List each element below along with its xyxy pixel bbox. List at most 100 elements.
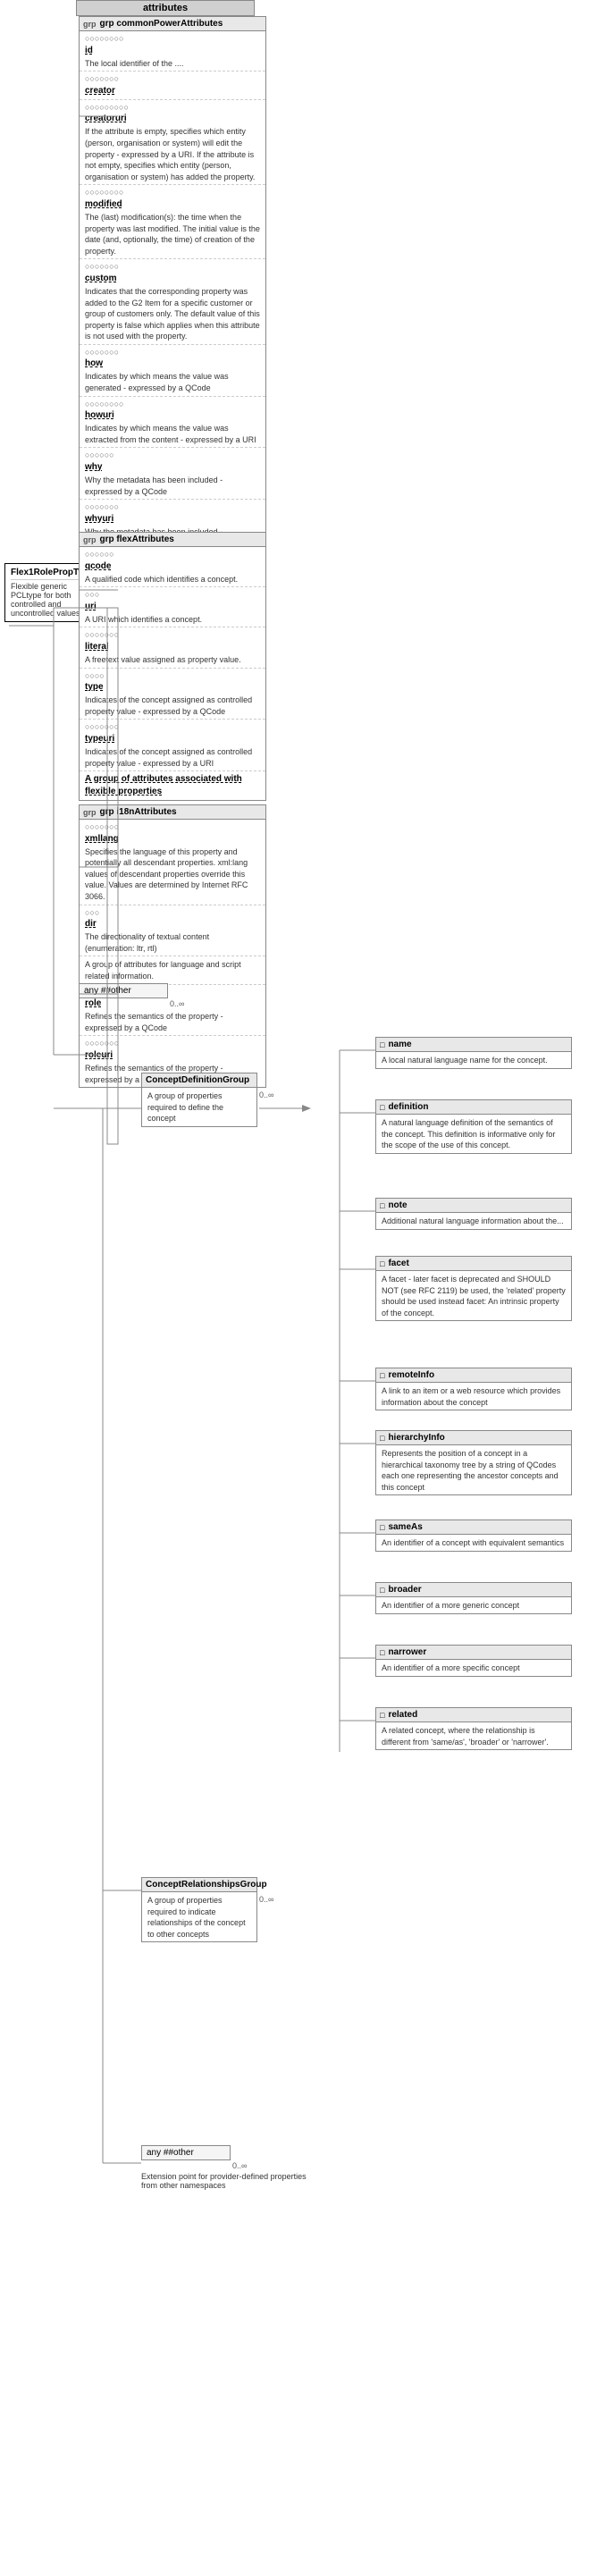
concept-facet-title: □ facet [376,1257,571,1271]
concept-relationships-group-title: ConceptRelationshipsGroup [142,1878,256,1892]
concept-name-box: □ name A local natural language name for… [375,1037,572,1069]
attr-why-dots: ○○○○○○ [85,450,260,461]
concept-definition-label: definition [388,1102,428,1112]
concept-name-title: □ name [376,1038,571,1052]
attr-standard-flex: A group of attributes associated with fl… [80,771,265,800]
attr-how-name: how [85,358,260,370]
concept-definition-group-mult: 0..∞ [259,1090,273,1099]
i18n-grp-label: grp [83,808,97,817]
attr-standard-i18n: A group of attributes for language and s… [80,956,265,984]
flex-attributes-label: grp flexAttributes [100,535,174,544]
concept-note-desc-item: Additional natural language information … [376,1213,571,1229]
concept-broader-desc-item: An identifier of a more generic concept [376,1597,571,1613]
attr-howuri: ○○○○○○○○ howuri Indicates by which means… [80,397,265,449]
attr-howuri-dots: ○○○○○○○○ [85,399,260,410]
concept-narrower-icon: □ [380,1648,384,1657]
attr-how-desc: Indicates by which means the value was g… [85,371,260,393]
concept-related-label: related [388,1710,417,1720]
attr-whyuri-name: whyuri [85,513,260,526]
attr-creator-dots: ○○○○○○○ [85,73,260,85]
concept-hierarchyinfo-label: hierarchyInfo [388,1433,444,1443]
flex-attributes-title: grp grp flexAttributes [80,533,265,547]
concept-definition-group-title: ConceptDefinitionGroup [142,1073,256,1088]
attr-type: ○○○○ type Indicates of the concept assig… [80,669,265,720]
attr-id-dots: ○○○○○○○○ [85,33,260,45]
attr-qcode: ○○○○○○ qcode A qualified code which iden… [80,547,265,587]
concept-relationships-desc: A group of properties required to indica… [142,1892,256,1941]
attr-howuri-desc: Indicates by which means the value was e… [85,423,260,445]
concept-facet-box: □ facet A facet - later facet is depreca… [375,1256,572,1321]
attr-how-dots: ○○○○○○○ [85,347,260,358]
attr-literal: ○○○○○○○ literal A freetext value assigne… [80,627,265,668]
any-other-label-2: any ##other [147,2148,194,2158]
attr-modified-desc: The (last) modification(s): the time whe… [85,212,260,257]
attr-modified-name: modified [85,198,260,211]
attr-id-name: id [85,45,260,57]
attr-creator: ○○○○○○○ creator [80,72,265,100]
attr-dir: ○○○ dir The directionality of textual co… [80,905,265,957]
concept-sameas-box: □ sameAs An identifier of a concept with… [375,1520,572,1552]
attr-why: ○○○○○○ why Why the metadata has been inc… [80,448,265,500]
attr-creatoruri-desc: If the attribute is empty, specifies whi… [85,126,260,182]
title-text: attributes [143,3,188,13]
any-other-mult-1: 0..∞ [170,999,184,1008]
flex-attributes-box: grp grp flexAttributes ○○○○○○ qcode A qu… [79,532,266,801]
concept-related-box: □ related A related concept, where the r… [375,1707,572,1750]
common-grp-label: grp [83,20,97,29]
concept-name-desc: A local natural language name for the co… [376,1052,571,1068]
concept-remoteinfo-desc-item: A link to an item or a web resource whic… [376,1383,571,1410]
attr-typeuri: ○○○○○○○ typeuri Indicates of the concept… [80,720,265,771]
concept-definition-group-box: ConceptDefinitionGroup A group of proper… [141,1073,257,1127]
concept-broader-box: □ broader An identifier of a more generi… [375,1582,572,1614]
common-power-attributes-label: grp commonPowerAttributes [100,19,223,29]
attr-modified: ○○○○○○○○ modified The (last) modificatio… [80,185,265,259]
concept-related-desc-item: A related concept, where the relationshi… [376,1722,571,1749]
attr-creatoruri-dots: ○○○○○○○○○ [85,102,260,114]
any-other-desc-2: Extension point for provider-defined pro… [141,2172,320,2190]
concept-related-title: □ related [376,1708,571,1722]
concept-hierarchyinfo-icon: □ [380,1434,384,1443]
attr-uri: ○○○ uri A URI which identifies a concept… [80,587,265,627]
concept-sameas-icon: □ [380,1523,384,1532]
concept-note-icon: □ [380,1201,384,1210]
title-bar: attributes [76,0,255,16]
concept-facet-desc-item: A facet - later facet is deprecated and … [376,1271,571,1320]
concept-definition-desc-item: A natural language definition of the sem… [376,1115,571,1153]
concept-note-box: □ note Additional natural language infor… [375,1198,572,1230]
concept-facet-label: facet [388,1259,408,1268]
diagram-container: attributes Flex1RolePropType Flexible ge… [0,0,605,2576]
concept-narrower-box: □ narrower An identifier of a more speci… [375,1645,572,1677]
concept-definition-icon: □ [380,1103,384,1112]
concept-facet-icon: □ [380,1259,384,1268]
concept-sameas-title: □ sameAs [376,1520,571,1535]
attr-howuri-name: howuri [85,409,260,422]
any-other-box-2: any ##other [141,2145,231,2160]
attr-whyuri-dots: ○○○○○○○ [85,501,260,513]
attr-custom: ○○○○○○○ custom Indicates that the corres… [80,259,265,345]
concept-hierarchyinfo-desc-item: Represents the position of a concept in … [376,1445,571,1494]
flex-grp-label: grp [83,535,97,544]
concept-name-icon: □ [380,1040,384,1049]
attr-id: ○○○○○○○○ id The local identifier of the … [80,31,265,72]
i18n-attributes-box: grp grp i18nAttributes ○○○○○○○ xmllang S… [79,804,266,1088]
concept-broader-title: □ broader [376,1583,571,1597]
concept-broader-label: broader [388,1585,421,1595]
concept-narrower-title: □ narrower [376,1646,571,1660]
concept-note-label: note [388,1200,407,1210]
attr-custom-dots: ○○○○○○○ [85,261,260,273]
concept-remoteinfo-box: □ remoteInfo A link to an item or a web … [375,1368,572,1410]
i18n-attributes-label: grp i18nAttributes [100,807,177,817]
any-other-label-1: any ##other [84,986,131,996]
concept-remoteinfo-label: remoteInfo [388,1370,434,1380]
concept-hierarchyinfo-title: □ hierarchyInfo [376,1431,571,1445]
concept-definition-group-label: ConceptDefinitionGroup [146,1075,249,1085]
concept-related-icon: □ [380,1711,384,1720]
concept-broader-icon: □ [380,1586,384,1595]
attr-id-desc: The local identifier of the .... [85,58,260,70]
concept-name-label: name [388,1040,411,1049]
any-other-box-1: any ##other [79,983,168,998]
concept-narrower-desc-item: An identifier of a more specific concept [376,1660,571,1676]
attr-why-desc: Why the metadata has been included - exp… [85,475,260,497]
concept-definition-box: □ definition A natural language definiti… [375,1099,572,1154]
concept-hierarchyinfo-box: □ hierarchyInfo Represents the position … [375,1430,572,1495]
